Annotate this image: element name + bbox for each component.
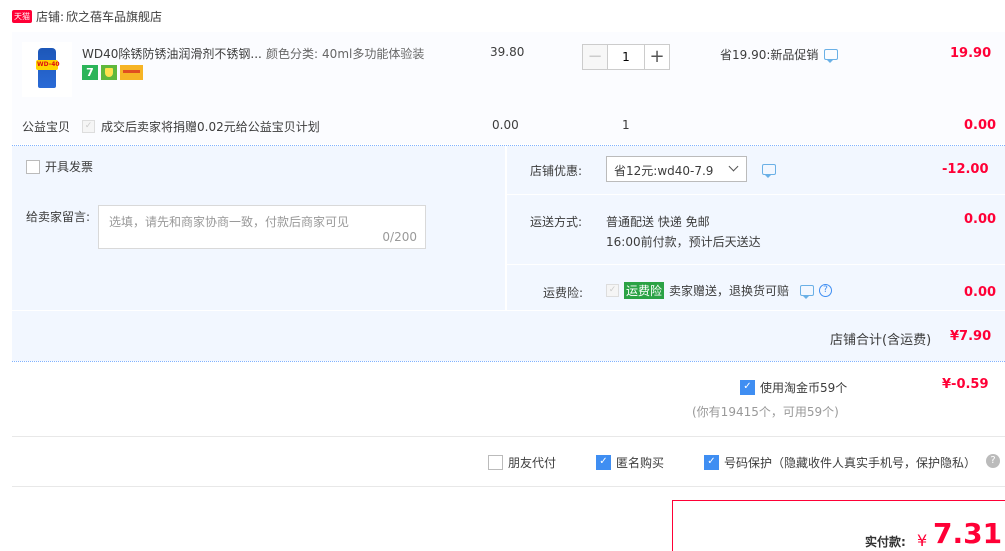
charity-row: 公益宝贝 ✓ 成交后卖家将捐赠0.02元给公益宝贝计划 0.00 1 0.00 — [12, 112, 1005, 144]
pay-amount: 7.31 — [933, 517, 1003, 550]
pay-label: 实付款: — [865, 535, 906, 549]
product-title-link[interactable]: WD40除锈防锈油润滑剂不锈钢... — [82, 45, 262, 62]
help-icon[interactable]: ? — [819, 284, 833, 297]
anonymous-option[interactable]: ✓ 匿名购买 — [596, 454, 664, 471]
shop-discount-amount: -12.00 — [942, 162, 989, 177]
pay-currency: ¥ — [917, 531, 928, 550]
coins-label: 使用淘金币59个 — [760, 381, 848, 395]
seven-day-return-icon: 7 — [82, 65, 98, 80]
quantity-input[interactable] — [608, 44, 644, 70]
promo: 省19.90:新品促销 — [720, 46, 839, 63]
number-protect-option[interactable]: ✓ 号码保护（隐藏收件人真实手机号，保护隐私） — [704, 454, 976, 471]
shop-total-row: 店铺合计(含运费) ¥7.90 — [12, 311, 1005, 361]
shop-total-amount: ¥7.90 — [950, 329, 992, 344]
insurance-label: 运费险: — [543, 286, 584, 300]
number-protect-label: 号码保护（隐藏收件人真实手机号，保护隐私） — [724, 456, 977, 470]
charity-subtotal: 0.00 — [964, 118, 997, 133]
message-icon[interactable] — [824, 49, 839, 63]
insurance-text: 卖家赠送，退换货可赔 — [669, 284, 790, 298]
shop-discount-select[interactable]: 省12元:wd40-7.9 — [606, 156, 747, 182]
insurance-message-icon[interactable] — [800, 285, 815, 299]
invoice-label: 开具发票 — [45, 160, 94, 174]
shipping-eta: 16:00前付款，预计后天送达 — [606, 235, 761, 249]
shop-total-label: 店铺合计(含运费) — [830, 333, 932, 348]
help-icon[interactable]: ? — [986, 454, 1000, 468]
coins-checkbox[interactable]: ✓ — [740, 380, 755, 395]
order-options-panel: 开具发票 给卖家留言: 选填，请先和商家协商一致，付款后商家可见 0/200 — [12, 146, 505, 310]
insurance-option: ✓ 运费险 卖家赠送，退换货可赔 ? — [606, 282, 833, 299]
friend-pay-option[interactable]: 朋友代付 — [488, 454, 556, 471]
product-subtotal: 19.90 — [950, 46, 992, 61]
coins-option[interactable]: ✓ 使用淘金币59个 — [740, 379, 847, 396]
promo-text: 省19.90:新品促销 — [720, 48, 819, 62]
message-placeholder: 选填，请先和商家协商一致，付款后商家可见 — [109, 215, 350, 229]
guarantee-icon — [101, 65, 117, 80]
shop-discount-value: 省12元:wd40-7.9 — [614, 164, 714, 178]
increase-button[interactable]: + — [644, 44, 670, 70]
message-label: 给卖家留言: — [26, 210, 91, 224]
pay-summary-box: 实付款: ¥ 7.31 — [672, 500, 1005, 551]
chevron-down-icon — [728, 161, 739, 172]
anonymous-label: 匿名购买 — [616, 456, 665, 470]
number-protect-checkbox[interactable]: ✓ — [704, 455, 719, 470]
credit-card-icon — [120, 65, 143, 80]
invoice-option[interactable]: 开具发票 — [26, 158, 93, 175]
insurance-amount: 0.00 — [964, 285, 997, 300]
product-thumbnail[interactable]: WD-40 — [22, 42, 72, 97]
charity-quantity: 1 — [622, 118, 630, 132]
shop-header: 天猫 店铺: 欣之蓓车品旗舰店 — [12, 7, 162, 25]
charity-checkbox: ✓ — [82, 120, 95, 133]
shop-name-link[interactable]: 欣之蓓车品旗舰店 — [66, 8, 162, 25]
invoice-checkbox[interactable] — [26, 159, 40, 174]
insurance-tag: 运费险 — [624, 282, 665, 299]
coins-amount: ¥-0.59 — [942, 377, 989, 392]
discount-message-icon[interactable] — [762, 164, 776, 178]
insurance-checkbox: ✓ — [606, 284, 619, 297]
charity-text: 成交后卖家将捐赠0.02元给公益宝贝计划 — [101, 120, 320, 134]
message-counter: 0/200 — [382, 230, 417, 244]
fee-panel: 店铺优惠: 省12元:wd40-7.9 -12.00 运送方式: 普通配送 快递… — [507, 146, 1005, 310]
coins-sub: (你有19415个，可用59个) — [692, 405, 839, 419]
shipping-method: 普通配送 快递 免邮 — [606, 215, 710, 229]
product-spec: 颜色分类: 40ml多功能体验装 — [266, 47, 425, 61]
shop-discount-label: 店铺优惠: — [530, 164, 583, 178]
friend-pay-label: 朋友代付 — [508, 456, 557, 470]
tmall-icon: 天猫 — [12, 9, 32, 23]
seller-message-textarea[interactable]: 选填，请先和商家协商一致，付款后商家可见 0/200 — [98, 205, 426, 249]
charity-label: 公益宝贝 — [22, 120, 71, 134]
decrease-button[interactable]: − — [582, 44, 608, 70]
quantity-stepper: − + — [582, 44, 670, 70]
service-badges: 7 — [82, 65, 143, 80]
shop-label: 店铺: — [36, 9, 65, 24]
friend-pay-checkbox[interactable] — [488, 455, 503, 470]
unit-price: 39.80 — [490, 45, 525, 59]
shipping-label: 运送方式: — [530, 215, 583, 229]
anonymous-checkbox[interactable]: ✓ — [596, 455, 611, 470]
shipping-amount: 0.00 — [964, 212, 997, 227]
charity-price: 0.00 — [492, 118, 519, 132]
